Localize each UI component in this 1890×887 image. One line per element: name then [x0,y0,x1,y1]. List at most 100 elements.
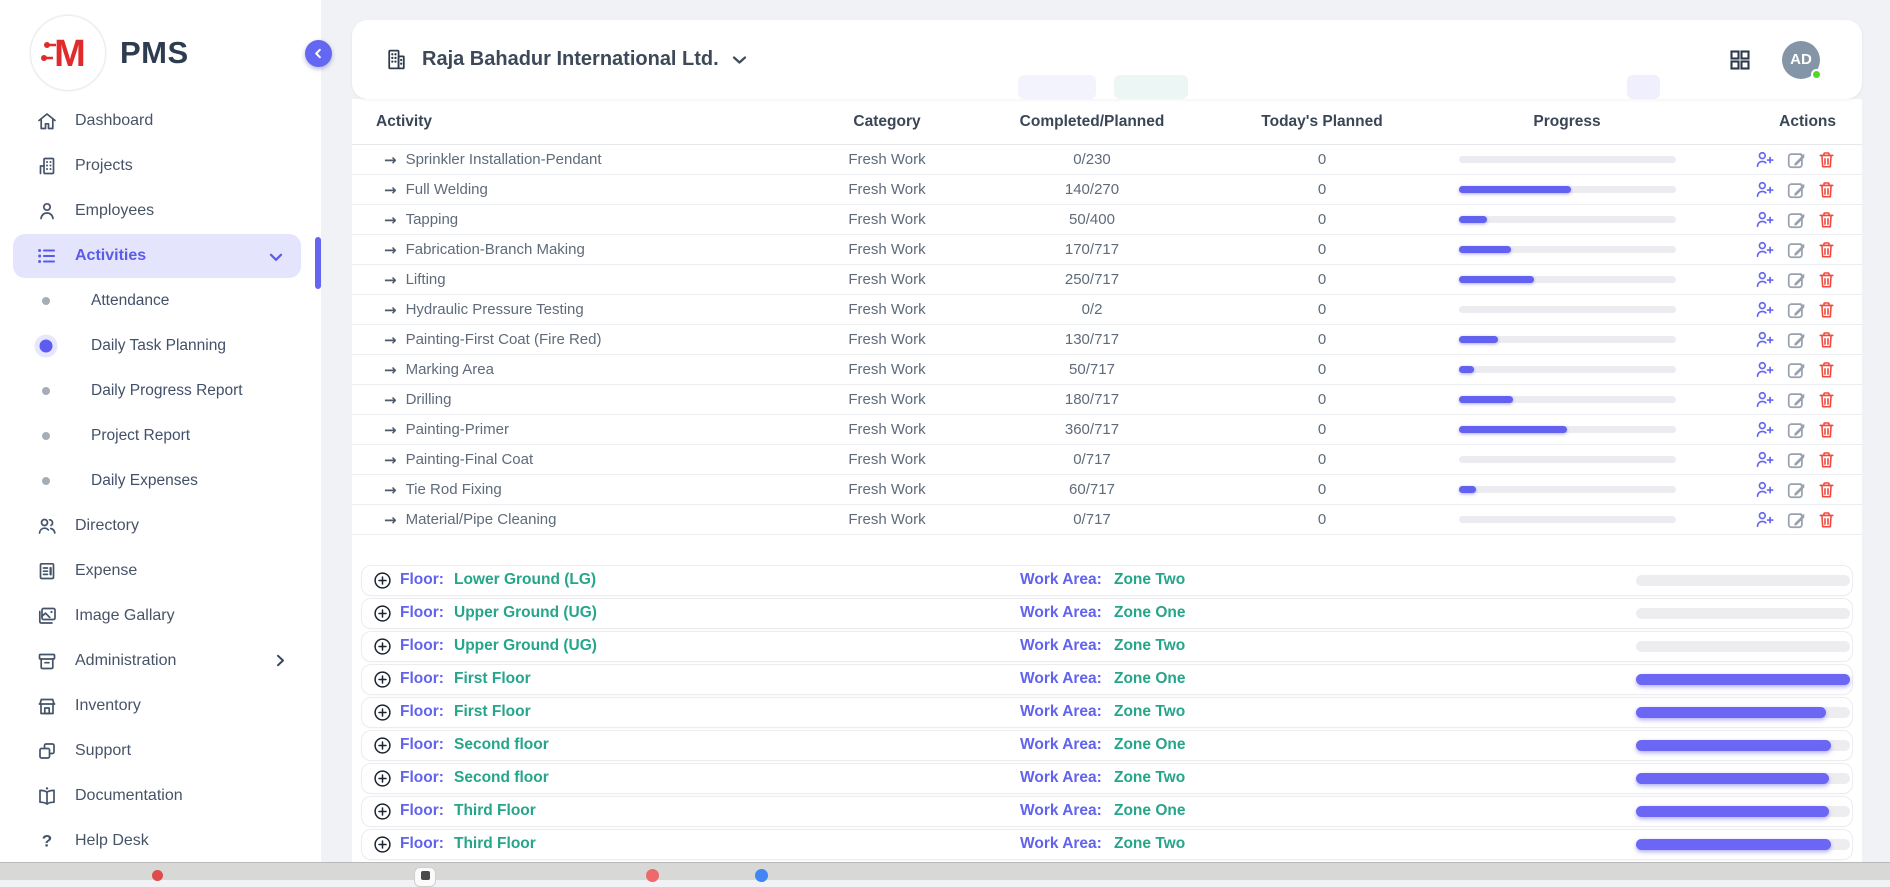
assign-user-button[interactable] [1754,449,1775,470]
delete-button[interactable] [1817,450,1836,470]
expand-arrow-icon[interactable]: → [384,181,397,199]
expand-plus-button[interactable] [374,704,391,726]
assign-user-button[interactable] [1754,239,1775,260]
expand-plus-button[interactable] [374,737,391,759]
delete-button[interactable] [1817,360,1836,380]
floor-row[interactable]: Floor:Second floorWork Area:Zone One [362,731,1852,760]
delete-button[interactable] [1817,270,1836,290]
expand-plus-button[interactable] [374,803,391,825]
expand-plus-button[interactable] [374,836,391,858]
floor-progress-bar [1636,839,1850,850]
delete-button[interactable] [1817,150,1836,170]
edit-button[interactable] [1786,390,1806,410]
floor-row[interactable]: Floor:First FloorWork Area:Zone Two [362,698,1852,727]
apps-grid-button[interactable] [1728,48,1752,72]
expand-arrow-icon[interactable]: → [384,511,397,529]
expand-plus-button[interactable] [374,605,391,627]
taskbar-app-button[interactable] [414,867,436,887]
edit-button[interactable] [1786,360,1806,380]
expand-arrow-icon[interactable]: → [384,391,397,409]
user-avatar[interactable]: AD [1782,41,1820,79]
assign-user-button[interactable] [1754,149,1775,170]
edit-button[interactable] [1786,420,1806,440]
assign-user-button[interactable] [1754,209,1775,230]
delete-button[interactable] [1817,420,1836,440]
sidebar-item-inventory[interactable]: Inventory [0,683,321,728]
activity-name: Full Welding [406,181,488,198]
sidebar-item-expense[interactable]: Expense [0,548,321,593]
work-area-label: Work Area: [1020,637,1102,655]
edit-button[interactable] [1786,210,1806,230]
expand-plus-button[interactable] [374,671,391,693]
assign-user-button[interactable] [1754,299,1775,320]
blue-dot-icon[interactable] [755,869,768,882]
company-selector[interactable]: Raja Bahadur International Ltd. [384,20,747,99]
edit-button[interactable] [1786,180,1806,200]
expand-arrow-icon[interactable]: → [384,481,397,499]
expand-arrow-icon[interactable]: → [384,211,397,229]
expand-arrow-icon[interactable]: → [384,331,397,349]
sidebar-item-dashboard[interactable]: Dashboard [0,98,321,143]
edit-button[interactable] [1786,330,1806,350]
assign-user-button[interactable] [1754,269,1775,290]
assign-user-button[interactable] [1754,479,1775,500]
floor-row[interactable]: Floor:First FloorWork Area:Zone One [362,665,1852,694]
delete-button[interactable] [1817,240,1836,260]
delete-button[interactable] [1817,390,1836,410]
expand-arrow-icon[interactable]: → [384,451,397,469]
sidebar-subitem-daily-progress-report[interactable]: Daily Progress Report [0,368,321,413]
edit-button[interactable] [1786,510,1806,530]
edit-button[interactable] [1786,480,1806,500]
edit-button[interactable] [1786,150,1806,170]
sidebar-subitem-project-report[interactable]: Project Report [0,413,321,458]
expand-arrow-icon[interactable]: → [384,301,397,319]
edit-button[interactable] [1786,240,1806,260]
expand-plus-button[interactable] [374,638,391,660]
delete-button[interactable] [1817,330,1836,350]
assign-user-button[interactable] [1754,509,1775,530]
delete-button[interactable] [1817,480,1836,500]
sidebar-item-directory[interactable]: Directory [0,503,321,548]
expand-arrow-icon[interactable]: → [384,271,397,289]
red-pin-icon[interactable] [152,870,163,881]
delete-button[interactable] [1817,210,1836,230]
sidebar-item-activities[interactable]: Activities [0,233,321,278]
floor-value: Third Floor [454,802,536,820]
assign-user-button[interactable] [1754,359,1775,380]
sidebar-item-documentation[interactable]: Documentation [0,773,321,818]
sidebar-item-administration[interactable]: Administration [0,638,321,683]
assign-user-button[interactable] [1754,179,1775,200]
assign-user-button[interactable] [1754,329,1775,350]
edit-button[interactable] [1786,300,1806,320]
sidebar-item-employees[interactable]: Employees [0,188,321,233]
sidebar-subitem-daily-expenses[interactable]: Daily Expenses [0,458,321,503]
sidebar-item-projects[interactable]: Projects [0,143,321,188]
sidebar-subitem-daily-task-planning[interactable]: Daily Task Planning [0,323,321,368]
delete-button[interactable] [1817,300,1836,320]
red-dot-icon[interactable] [646,869,659,882]
sidebar-item-help-desk[interactable]: ?Help Desk [0,818,321,863]
floor-row[interactable]: Floor:Third FloorWork Area:Zone One [362,797,1852,826]
floor-row[interactable]: Floor:Third FloorWork Area:Zone Two [362,830,1852,859]
sidebar-subitem-attendance[interactable]: Attendance [0,278,321,323]
edit-button[interactable] [1786,450,1806,470]
expand-plus-button[interactable] [374,572,391,594]
expand-plus-button[interactable] [374,770,391,792]
delete-button[interactable] [1817,510,1836,530]
expand-arrow-icon[interactable]: → [384,151,397,169]
column-header-progress: Progress [1452,113,1682,131]
expand-arrow-icon[interactable]: → [384,361,397,379]
sidebar-collapse-button[interactable] [305,40,332,67]
delete-button[interactable] [1817,180,1836,200]
floor-row[interactable]: Floor:Upper Ground (UG)Work Area:Zone Tw… [362,632,1852,661]
sidebar-item-support[interactable]: Support [0,728,321,773]
assign-user-button[interactable] [1754,419,1775,440]
floor-row[interactable]: Floor:Lower Ground (LG)Work Area:Zone Tw… [362,566,1852,595]
sidebar-item-image-gallary[interactable]: Image Gallary [0,593,321,638]
expand-arrow-icon[interactable]: → [384,421,397,439]
expand-arrow-icon[interactable]: → [384,241,397,259]
edit-button[interactable] [1786,270,1806,290]
assign-user-button[interactable] [1754,389,1775,410]
floor-row[interactable]: Floor:Second floorWork Area:Zone Two [362,764,1852,793]
floor-row[interactable]: Floor:Upper Ground (UG)Work Area:Zone On… [362,599,1852,628]
